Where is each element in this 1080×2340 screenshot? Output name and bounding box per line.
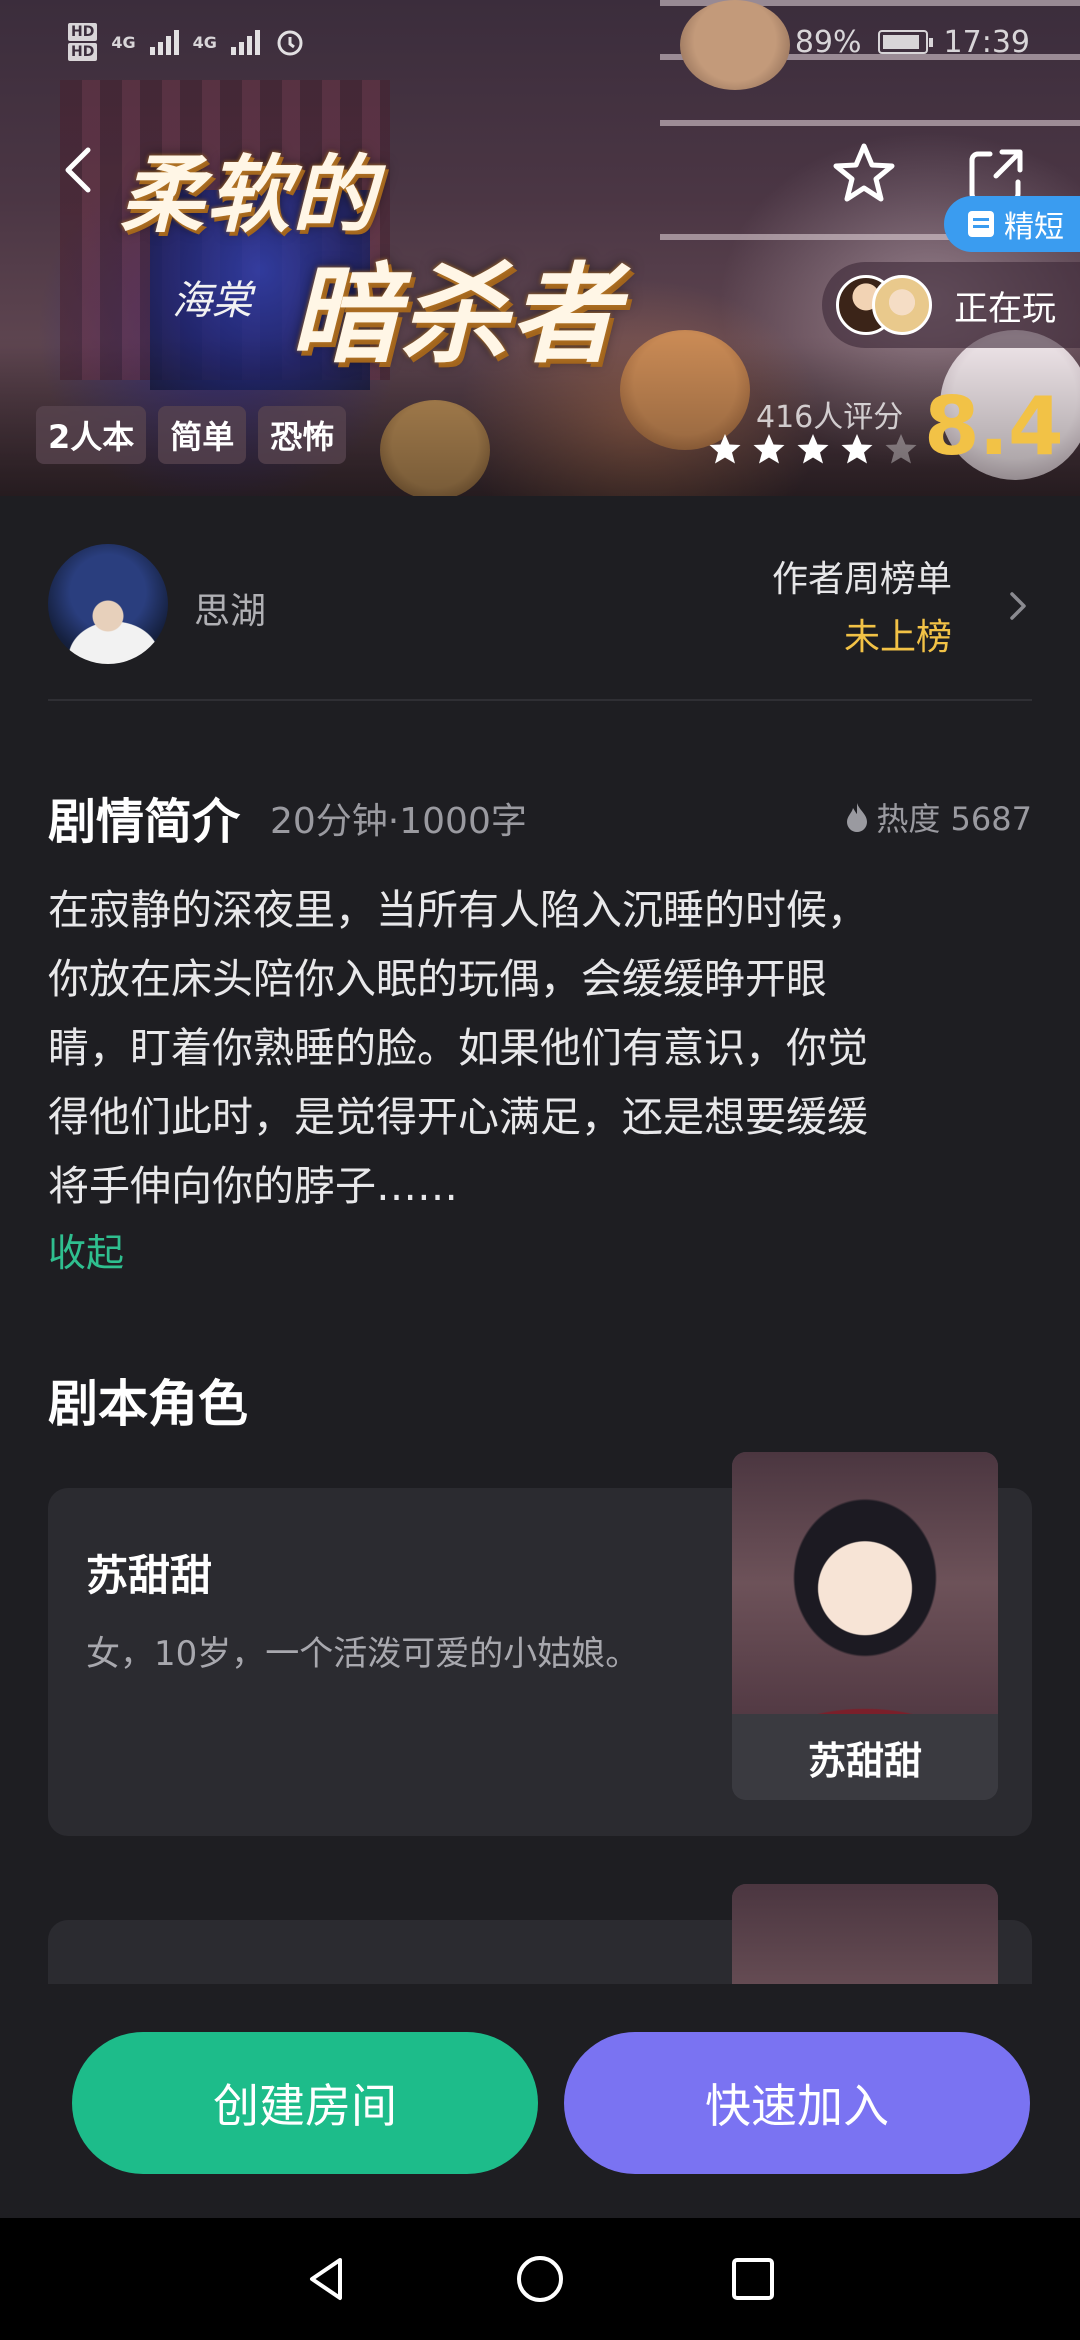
short-badge-label: 精短	[1004, 210, 1064, 245]
collapse-link[interactable]: 收起	[48, 1222, 124, 1277]
heat-indicator: 热度 5687	[844, 794, 1032, 840]
status-bar: HD HD 4G 4G 89% 17:39	[0, 0, 1080, 84]
now-playing-pill[interactable]: 正在玩	[822, 262, 1080, 348]
script-tags: 2人本 简单 恐怖	[36, 406, 347, 464]
hd-label: HD	[68, 43, 98, 61]
nav-home-icon[interactable]	[513, 2252, 567, 2306]
tag-players: 2人本	[36, 406, 147, 464]
role-portrait-art	[732, 1452, 998, 1714]
rating-score: 8.4	[924, 380, 1064, 473]
network-type: 4G	[111, 32, 136, 52]
nav-back-icon[interactable]	[300, 2252, 354, 2306]
rating-star-icon	[709, 434, 741, 464]
hd-label: HD	[68, 23, 98, 41]
intro-line: 在寂静的深夜里，当所有人陷入沉睡的时候，	[48, 886, 868, 934]
tag-genre: 恐怖	[258, 406, 347, 464]
favorite-star-icon[interactable]	[828, 138, 900, 210]
role-card[interactable]: 苏甜甜 女，10岁，一个活泼可爱的小姑娘。 苏甜甜	[48, 1452, 1032, 1836]
script-title-signature: 海棠	[172, 278, 252, 324]
role-description: 女，10岁，一个活泼可爱的小姑娘。	[86, 1634, 640, 1674]
avatar	[872, 275, 932, 335]
nav-recents-icon[interactable]	[726, 2252, 780, 2306]
roles-section-title: 剧本角色	[48, 1375, 248, 1433]
intro-line: 得他们此时，是觉得开心满足，还是想要缓缓	[48, 1093, 868, 1141]
signal-icon	[149, 29, 179, 55]
clock: 17:39	[943, 24, 1030, 60]
author-row[interactable]: 思湖 作者周榜单 未上榜	[48, 540, 1032, 700]
author-name[interactable]: 思湖	[194, 582, 266, 634]
intro-title: 剧情简介	[48, 794, 241, 850]
author-avatar[interactable]	[48, 544, 168, 664]
signal-icon	[230, 29, 260, 55]
rating-stars	[708, 432, 918, 466]
hero-banner: HD HD 4G 4G 89% 17:39 柔软的 海棠 暗杀者 精短 正在玩 …	[0, 0, 1080, 496]
now-playing-label: 正在玩	[954, 288, 1056, 329]
role-portrait-label: 苏甜甜	[732, 1714, 998, 1800]
rating-star-icon	[753, 434, 785, 464]
rating-star-icon	[841, 434, 873, 464]
battery-icon	[877, 30, 933, 54]
status-right: 89% 17:39	[795, 25, 1030, 60]
alarm-icon	[277, 30, 303, 56]
rating-star-icon	[797, 434, 829, 464]
author-rank-title: 作者周榜单	[771, 559, 952, 600]
tag-difficulty: 简单	[158, 406, 247, 464]
intro-body: 在寂静的深夜里，当所有人陷入沉睡的时候， 你放在床头陪你入眠的玩偶，会缓缓睁开眼…	[48, 876, 1032, 1221]
intro-line: 你放在床头陪你入眠的玩偶，会缓缓睁开眼	[48, 955, 827, 1003]
back-arrow-icon[interactable]	[52, 140, 112, 200]
script-title-line2: 暗杀者	[290, 253, 621, 378]
hd-indicator: HD HD	[68, 23, 98, 61]
create-room-button[interactable]: 创建房间	[72, 2032, 538, 2174]
status-left: HD HD 4G 4G	[68, 23, 306, 61]
chevron-right-icon[interactable]	[1002, 586, 1032, 626]
app-root: HD HD 4G 4G 89% 17:39 柔软的 海棠 暗杀者 精短 正在玩 …	[0, 0, 1080, 2340]
flame-icon	[847, 803, 868, 832]
divider	[48, 699, 1032, 701]
network-type: 4G	[192, 32, 217, 52]
document-icon	[968, 211, 994, 237]
intro-line: 睛，盯着你熟睡的脸。如果他们有意识，你觉	[48, 1024, 868, 1072]
short-badge: 精短	[944, 196, 1080, 252]
heat-value: 热度 5687	[876, 800, 1032, 838]
intro-line: 将手伸向你的脖子……	[48, 1162, 458, 1210]
quick-join-button[interactable]: 快速加入	[564, 2032, 1030, 2174]
author-rank-value: 未上榜	[843, 617, 952, 658]
intro-header: 剧情简介 20分钟·1000字 热度 5687	[48, 782, 1032, 850]
rating-count: 416人评分	[756, 400, 904, 435]
rating-star-icon	[885, 434, 917, 464]
intro-meta: 20分钟·1000字	[270, 801, 527, 842]
battery-percent: 89%	[794, 24, 862, 60]
player-avatars	[836, 273, 936, 337]
role-portrait[interactable]: 苏甜甜	[732, 1452, 998, 1800]
system-nav-bar	[0, 2218, 1080, 2340]
role-name: 苏甜甜	[86, 1551, 213, 1600]
